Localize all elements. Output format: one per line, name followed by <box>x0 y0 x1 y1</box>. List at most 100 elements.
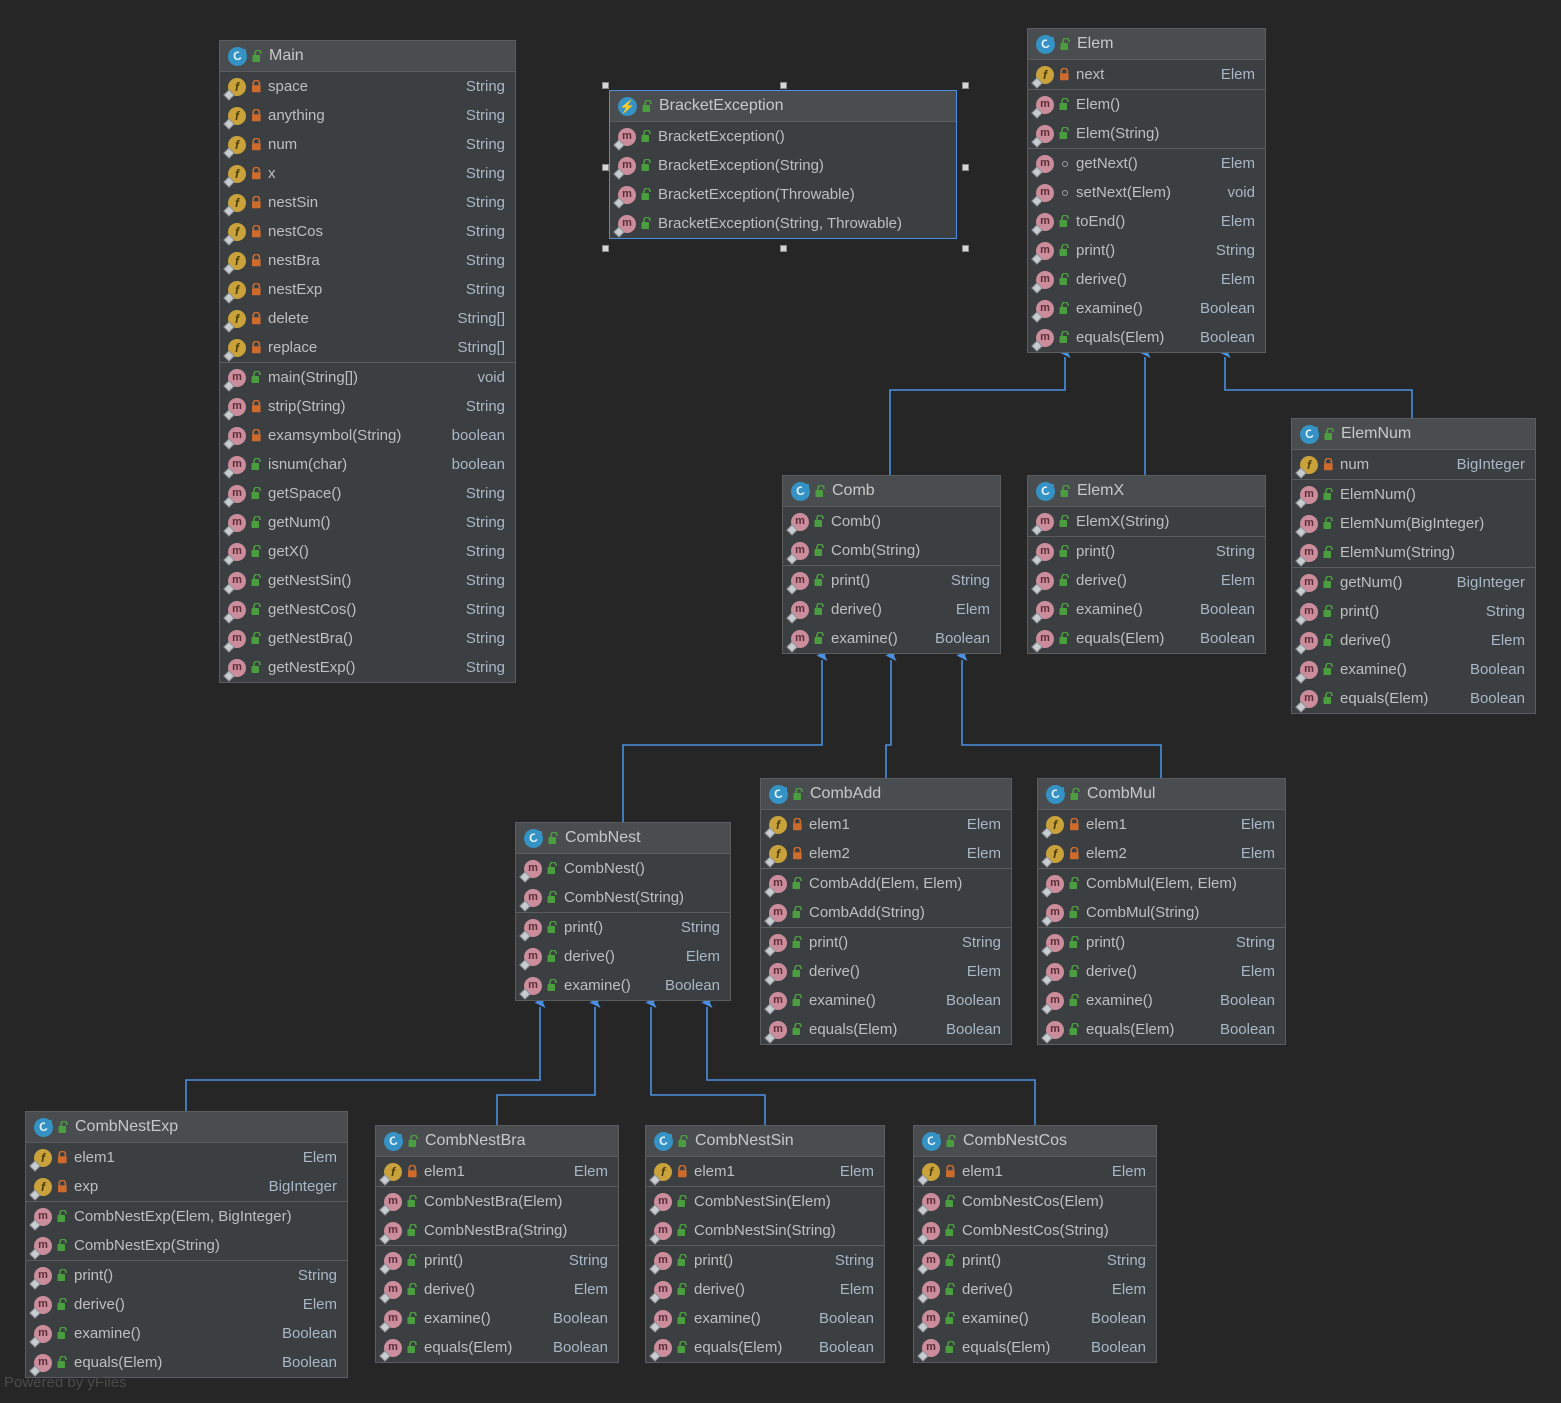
method-row[interactable]: m examine() Boolean <box>1292 655 1535 684</box>
uml-class-elemnum[interactable]: C ElemNum f num BigInteger m ElemNum() m ElemNum… <box>1291 418 1536 714</box>
field-row[interactable]: f elem2 Elem <box>761 839 1011 868</box>
uml-class-comb[interactable]: C Comb m Comb() m Comb(String) m print() String m… <box>782 475 1001 654</box>
field-row[interactable]: f num BigInteger <box>1292 450 1535 479</box>
field-row[interactable]: f space String <box>220 72 515 101</box>
method-row[interactable]: m BracketException() <box>610 122 956 151</box>
class-header[interactable]: ⚡ BracketException <box>610 91 956 122</box>
class-header[interactable]: C CombAdd <box>761 779 1011 810</box>
uml-diagram-canvas[interactable]: C Main f space String f anything String f num Stri… <box>0 0 1561 1403</box>
field-row[interactable]: f elem1 Elem <box>376 1157 618 1186</box>
field-row[interactable]: f elem1 Elem <box>26 1143 347 1172</box>
method-row[interactable]: m print() String <box>783 566 1000 595</box>
method-row[interactable]: m print() String <box>646 1246 884 1275</box>
resize-handle[interactable] <box>602 245 609 252</box>
field-row[interactable]: f nestCos String <box>220 217 515 246</box>
uml-class-elemx[interactable]: C ElemX m ElemX(String) m print() String m deriv… <box>1027 475 1266 654</box>
method-row[interactable]: m derive() Elem <box>914 1275 1156 1304</box>
resize-handle[interactable] <box>780 245 787 252</box>
method-row[interactable]: m BracketException(String) <box>610 151 956 180</box>
class-header[interactable]: C CombNestExp <box>26 1112 347 1143</box>
method-row[interactable]: m getNum() String <box>220 508 515 537</box>
field-row[interactable]: f exp BigInteger <box>26 1172 347 1201</box>
field-row[interactable]: f nestSin String <box>220 188 515 217</box>
method-row[interactable]: m Elem() <box>1028 90 1265 119</box>
method-row[interactable]: m derive() Elem <box>1292 626 1535 655</box>
method-row[interactable]: m derive() Elem <box>761 957 1011 986</box>
method-row[interactable]: m derive() Elem <box>516 942 730 971</box>
method-row[interactable]: m main(String[]) void <box>220 363 515 392</box>
resize-handle[interactable] <box>962 245 969 252</box>
field-row[interactable]: f replace String[] <box>220 333 515 362</box>
method-row[interactable]: m CombNestCos(String) <box>914 1216 1156 1245</box>
method-row[interactable]: m examine() Boolean <box>516 971 730 1000</box>
method-row[interactable]: m isnum(char) boolean <box>220 450 515 479</box>
method-row[interactable]: m examsymbol(String) boolean <box>220 421 515 450</box>
uml-class-combnestcos[interactable]: C CombNestCos f elem1 Elem m CombNestCos(Elem)… <box>913 1125 1157 1363</box>
method-row[interactable]: m ElemNum(String) <box>1292 538 1535 567</box>
method-row[interactable]: m CombAdd(String) <box>761 898 1011 927</box>
class-header[interactable]: C CombMul <box>1038 779 1285 810</box>
field-row[interactable]: f nestBra String <box>220 246 515 275</box>
method-row[interactable]: m print() String <box>1028 236 1265 265</box>
method-row[interactable]: m derive() Elem <box>26 1290 347 1319</box>
method-row[interactable]: m BracketException(Throwable) <box>610 180 956 209</box>
method-row[interactable]: m examine() Boolean <box>761 986 1011 1015</box>
field-row[interactable]: f x String <box>220 159 515 188</box>
method-row[interactable]: m BracketException(String, Throwable) <box>610 209 956 238</box>
field-row[interactable]: f elem1 Elem <box>761 810 1011 839</box>
edge-elemnum-to-elem[interactable] <box>1219 347 1413 418</box>
class-header[interactable]: C CombNestCos <box>914 1126 1156 1157</box>
class-header[interactable]: C Elem <box>1028 29 1265 60</box>
method-row[interactable]: m equals(Elem) Boolean <box>761 1015 1011 1044</box>
method-row[interactable]: m examine() Boolean <box>1028 294 1265 323</box>
method-row[interactable]: m examine() Boolean <box>914 1304 1156 1333</box>
method-row[interactable]: m getNestSin() String <box>220 566 515 595</box>
uml-class-combnestbra[interactable]: C CombNestBra f elem1 Elem m CombNestBra(Elem)… <box>375 1125 619 1363</box>
method-row[interactable]: m print() String <box>914 1246 1156 1275</box>
method-row[interactable]: m CombNestBra(String) <box>376 1216 618 1245</box>
method-row[interactable]: m print() String <box>26 1261 347 1290</box>
method-row[interactable]: m equals(Elem) Boolean <box>1028 624 1265 653</box>
method-row[interactable]: m print() String <box>1292 597 1535 626</box>
method-row[interactable]: m derive() Elem <box>1038 957 1285 986</box>
edge-combnestsin-to-combnest[interactable] <box>645 997 766 1125</box>
method-row[interactable]: m CombMul(String) <box>1038 898 1285 927</box>
method-row[interactable]: m CombNest(String) <box>516 883 730 912</box>
method-row[interactable]: m equals(Elem) Boolean <box>646 1333 884 1362</box>
edge-combadd-to-comb[interactable] <box>885 650 897 778</box>
edge-combnestexp-to-combnest[interactable] <box>185 997 546 1111</box>
method-row[interactable]: m Comb(String) <box>783 536 1000 565</box>
method-row[interactable]: m ElemNum() <box>1292 480 1535 509</box>
class-header[interactable]: C CombNest <box>516 823 730 854</box>
method-row[interactable]: m equals(Elem) Boolean <box>1292 684 1535 713</box>
method-row[interactable]: m derive() Elem <box>1028 265 1265 294</box>
uml-class-combnestexp[interactable]: C CombNestExp f elem1 Elem f exp BigInteger m Com… <box>25 1111 348 1378</box>
edge-comb-to-elem[interactable] <box>889 347 1071 475</box>
method-row[interactable]: m print() String <box>516 913 730 942</box>
uml-class-main[interactable]: C Main f space String f anything String f num Stri… <box>219 40 516 683</box>
class-header[interactable]: C CombNestSin <box>646 1126 884 1157</box>
method-row[interactable]: m Comb() <box>783 507 1000 536</box>
method-row[interactable]: m derive() Elem <box>376 1275 618 1304</box>
field-row[interactable]: f num String <box>220 130 515 159</box>
method-row[interactable]: m CombNestCos(Elem) <box>914 1187 1156 1216</box>
method-row[interactable]: m getNum() BigInteger <box>1292 568 1535 597</box>
uml-class-bracketexception[interactable]: ⚡ BracketException m BracketException() m Bra… <box>609 90 957 239</box>
class-header[interactable]: C CombNestBra <box>376 1126 618 1157</box>
field-row[interactable]: f next Elem <box>1028 60 1265 89</box>
method-row[interactable]: m equals(Elem) Boolean <box>1028 323 1265 352</box>
field-row[interactable]: f elem2 Elem <box>1038 839 1285 868</box>
method-row[interactable]: m CombNest() <box>516 854 730 883</box>
method-row[interactable]: m CombNestExp(Elem, BigInteger) <box>26 1202 347 1231</box>
method-row[interactable]: m equals(Elem) Boolean <box>376 1333 618 1362</box>
method-row[interactable]: m strip(String) String <box>220 392 515 421</box>
method-row[interactable]: m derive() Elem <box>1028 566 1265 595</box>
field-row[interactable]: f delete String[] <box>220 304 515 333</box>
field-row[interactable]: f elem1 Elem <box>646 1157 884 1186</box>
uml-class-combadd[interactable]: C CombAdd f elem1 Elem f elem2 Elem m CombAdd(Ele… <box>760 778 1012 1045</box>
class-header[interactable]: C ElemX <box>1028 476 1265 507</box>
method-row[interactable]: m equals(Elem) Boolean <box>1038 1015 1285 1044</box>
field-row[interactable]: f elem1 Elem <box>1038 810 1285 839</box>
method-row[interactable]: m print() String <box>1038 928 1285 957</box>
resize-handle[interactable] <box>780 82 787 89</box>
